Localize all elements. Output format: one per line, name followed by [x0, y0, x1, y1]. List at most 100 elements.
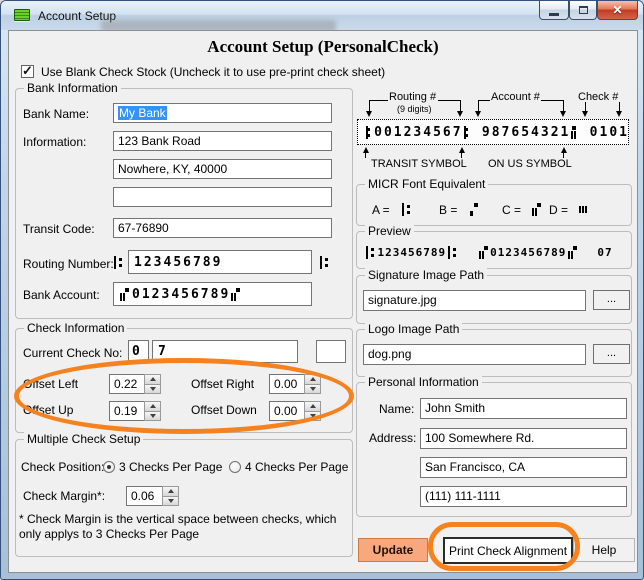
- check-margin-label: Check Margin*:: [23, 489, 106, 503]
- micr-c-label: C =: [502, 203, 522, 217]
- spin-up-button[interactable]: [144, 374, 161, 385]
- signature-browse-button[interactable]: ...: [593, 290, 630, 310]
- bank-info-line2-input[interactable]: Nowhere, KY, 40000: [113, 159, 332, 179]
- bank-info-line1-input[interactable]: 123 Bank Road: [113, 131, 332, 151]
- offset-right-input[interactable]: 0.00: [269, 374, 305, 394]
- micr-onus-symbol: [530, 203, 543, 216]
- micr-dash-symbol: [577, 203, 590, 216]
- arrow-down-icon: [309, 386, 316, 391]
- arrow-down-icon: [149, 386, 156, 391]
- routing-number-input[interactable]: 123456789: [128, 250, 312, 274]
- arrow-up-icon: [561, 147, 567, 153]
- signature-image-path-title: Signature Image Path: [365, 268, 488, 282]
- bank-name-label: Bank Name:: [23, 107, 90, 121]
- radio-4-checks-label: 4 Checks Per Page: [245, 460, 349, 474]
- bank-account-label: Bank Account:: [23, 288, 100, 302]
- arrow-up-icon: [167, 489, 174, 494]
- offset-right-spinner: [304, 374, 321, 394]
- check-no-prefix-input[interactable]: 0: [128, 340, 149, 363]
- spin-down-button[interactable]: [162, 496, 179, 506]
- update-button[interactable]: Update: [358, 538, 428, 562]
- address-line2-input[interactable]: San Francisco, CA: [420, 457, 627, 478]
- minimize-icon: [549, 12, 559, 16]
- micr-d-label: D =: [549, 203, 569, 217]
- spin-down-button[interactable]: [304, 384, 321, 394]
- app-icon: [14, 9, 30, 21]
- radio-3-checks-per-page[interactable]: [103, 461, 115, 473]
- radio-4-checks-per-page[interactable]: [229, 461, 241, 473]
- arrow-down-icon: [475, 111, 481, 117]
- information-label: Information:: [23, 135, 87, 149]
- onus-symbol-caption: ON US SYMBOL: [488, 158, 572, 170]
- arrow-down-icon: [167, 498, 174, 503]
- checkmark-icon: ✓: [22, 63, 33, 78]
- micr-amount-symbol: [467, 203, 480, 216]
- offset-up-input[interactable]: 0.19: [109, 401, 145, 421]
- check-information-group-title: Check Information: [24, 321, 128, 335]
- offset-left-input[interactable]: 0.22: [109, 374, 145, 394]
- spin-down-button[interactable]: [144, 411, 161, 421]
- check-margin-spinner: [162, 486, 179, 506]
- bank-info-line3-input[interactable]: [113, 187, 332, 207]
- maximize-icon: [578, 6, 588, 14]
- routing-digits-note: (9 digits): [397, 104, 432, 114]
- logo-browse-button[interactable]: ...: [593, 344, 630, 364]
- bracket-line: [370, 100, 388, 101]
- account-number-diagram-label: Account #: [491, 91, 540, 103]
- spin-down-button[interactable]: [304, 411, 321, 421]
- name-input[interactable]: John Smith: [420, 398, 627, 419]
- spin-up-button[interactable]: [304, 374, 321, 385]
- logo-path-input[interactable]: dog.png: [363, 344, 586, 365]
- personal-information-title: Personal Information: [365, 375, 482, 389]
- check-margin-input[interactable]: 0.06: [126, 486, 163, 506]
- arrow-up-icon: [363, 147, 369, 153]
- address-line3-input[interactable]: (111) 111-1111: [420, 486, 627, 507]
- offset-left-label: Offset Left: [23, 377, 79, 391]
- current-check-no-label: Current Check No:: [23, 346, 123, 360]
- arrow-down-icon: [149, 413, 156, 418]
- current-check-no-input[interactable]: 7: [152, 340, 298, 363]
- check-no-suffix-input[interactable]: [316, 340, 346, 363]
- transit-code-input[interactable]: 67-76890: [113, 218, 332, 238]
- arrow-down-icon: [616, 111, 622, 117]
- close-button[interactable]: ✕: [597, 1, 638, 20]
- spin-down-button[interactable]: [144, 384, 161, 394]
- micr-b-label: B =: [439, 203, 458, 217]
- help-button[interactable]: Help: [573, 538, 635, 562]
- offset-down-input[interactable]: 0.00: [269, 401, 305, 421]
- routing-number-label: Routing Number:: [23, 257, 114, 271]
- address-line1-input[interactable]: 100 Somewhere Rd.: [420, 428, 627, 449]
- multiple-check-setup-group-title: Multiple Check Setup: [24, 432, 144, 446]
- arrow-up-icon: [149, 377, 156, 382]
- signature-path-input[interactable]: signature.jpg: [363, 290, 586, 311]
- arrow-down-icon: [309, 413, 316, 418]
- bank-account-input[interactable]: 0123456789: [113, 282, 312, 306]
- arrow-up-icon: [309, 377, 316, 382]
- minimize-button[interactable]: [539, 1, 569, 20]
- page-title: Account Setup (PersonalCheck): [207, 37, 439, 56]
- name-label: Name:: [379, 402, 415, 416]
- transit-symbol-left: [112, 256, 125, 269]
- use-blank-check-stock-checkbox[interactable]: ✓: [21, 63, 34, 78]
- maximize-button[interactable]: [569, 1, 597, 20]
- spin-up-button[interactable]: [144, 401, 161, 412]
- check-position-label: Check Position:: [21, 460, 105, 474]
- micr-a-label: A =: [372, 203, 390, 217]
- arrow-down-icon: [457, 111, 463, 117]
- transit-code-label: Transit Code:: [23, 222, 95, 236]
- arrow-down-icon: [560, 111, 566, 117]
- close-icon: ✕: [612, 3, 623, 17]
- preview-title: Preview: [365, 224, 414, 238]
- arrow-down-icon: [366, 111, 372, 117]
- radio-3-checks-label: 3 Checks Per Page: [119, 460, 223, 474]
- bracket-line: [438, 100, 461, 101]
- spin-up-button[interactable]: [304, 401, 321, 412]
- bank-name-input[interactable]: My Bank: [113, 103, 332, 123]
- selected-text: My Bank: [118, 106, 167, 120]
- bracket-line: [478, 100, 490, 101]
- offset-down-spinner: [304, 401, 321, 421]
- use-blank-check-stock-label: Use Blank Check Stock (Uncheck it to use…: [41, 65, 386, 79]
- check-margin-note-line1: * Check Margin is the vertical space bet…: [19, 512, 337, 526]
- print-check-alignment-button[interactable]: Print Check Alignment: [443, 537, 573, 564]
- spin-up-button[interactable]: [162, 486, 179, 497]
